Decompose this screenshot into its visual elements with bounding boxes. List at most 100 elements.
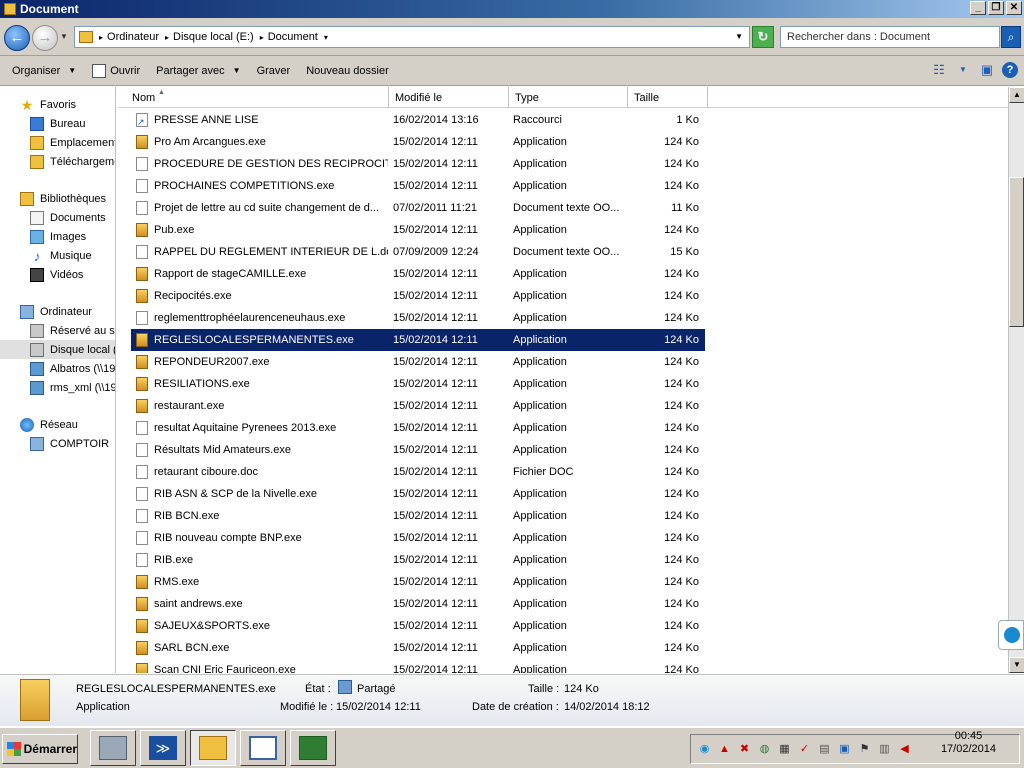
table-row[interactable]: saint andrews.exe 15/02/2014 12:11 Applica…: [118, 593, 1008, 615]
maximize-button[interactable]: ❐: [988, 1, 1004, 15]
scroll-down-icon[interactable]: ▼: [1009, 657, 1024, 673]
device-icon[interactable]: ▤: [817, 742, 832, 757]
minimize-button[interactable]: _: [970, 1, 986, 15]
taskbar-powershell[interactable]: ≫: [140, 730, 186, 766]
table-row[interactable]: Résultats Mid Amateurs.exe 15/02/2014 12:…: [118, 439, 1008, 461]
column-header-date[interactable]: Modifié le: [389, 87, 509, 108]
alert-icon[interactable]: ✖: [737, 742, 752, 757]
file-date-cell: 15/02/2014 12:11: [393, 488, 478, 500]
nav-network[interactable]: Réseau: [0, 415, 115, 434]
file-name-cell: REPONDEUR2007.exe: [118, 355, 388, 369]
nav-item-rms-xml[interactable]: rms_xml (\\192: [0, 378, 115, 397]
nav-item-music[interactable]: ♪ Musique: [0, 246, 115, 265]
teamviewer-tray-icon[interactable]: ◉: [697, 742, 712, 757]
table-row[interactable]: Pub.exe 15/02/2014 12:11 Application 124 Ko: [118, 219, 1008, 241]
table-row[interactable]: retaurant ciboure.doc 15/02/2014 12:11 Fic…: [118, 461, 1008, 483]
preview-pane-icon[interactable]: ▣: [978, 62, 996, 78]
nav-favorites[interactable]: ★ Favoris: [0, 95, 115, 114]
table-row[interactable]: SAJEUX&SPORTS.exe 15/02/2014 12:11 Applica…: [118, 615, 1008, 637]
vertical-scrollbar[interactable]: ▲ ▼: [1008, 87, 1024, 673]
back-button[interactable]: ←: [4, 25, 30, 51]
search-icon[interactable]: ⌕: [1001, 26, 1021, 48]
file-name-cell: Rapport de stageCAMILLE.exe: [118, 267, 388, 281]
nav-item-images[interactable]: Images: [0, 227, 115, 246]
breadcrumb[interactable]: ▸ Ordinateur ▸ Disque local (E:) ▸ Document…: [74, 26, 750, 48]
taskbar-explorer[interactable]: [190, 730, 236, 766]
nav-item-places[interactable]: Emplacements: [0, 133, 115, 152]
table-row[interactable]: REGLESLOCALESPERMANENTES.exe 15/02/2014 1…: [131, 329, 705, 351]
clock[interactable]: 00:45 17/02/2014: [941, 730, 996, 756]
nav-item-albatros[interactable]: Albatros (\\192: [0, 359, 115, 378]
network-status-icon[interactable]: ▦: [777, 742, 792, 757]
organize-button[interactable]: Organiser ▼: [6, 59, 82, 83]
volume-muted-icon[interactable]: ◀: [897, 742, 912, 757]
breadcrumb-item[interactable]: ▸ Document ▾: [260, 31, 332, 43]
table-row[interactable]: SARL BCN.exe 15/02/2014 12:11 Application 1…: [118, 637, 1008, 659]
scroll-up-icon[interactable]: ▲: [1009, 87, 1024, 103]
nav-item-documents[interactable]: Documents: [0, 208, 115, 227]
column-header-type[interactable]: Type: [509, 87, 628, 108]
burn-button[interactable]: Graver: [251, 59, 297, 83]
scroll-thumb[interactable]: [1009, 177, 1024, 327]
taskbar-window[interactable]: [240, 730, 286, 766]
update-icon[interactable]: ✓: [797, 742, 812, 757]
column-header-name[interactable]: Nom ▲: [118, 87, 389, 108]
nav-item-videos[interactable]: Vidéos: [0, 265, 115, 284]
table-row[interactable]: RMS.exe 15/02/2014 12:11 Application 124 Ko: [118, 571, 1008, 593]
table-row[interactable]: reglementtrophéelaurenceneuhaus.exe 15/02…: [118, 307, 1008, 329]
search-input[interactable]: Rechercher dans : Document: [780, 26, 1000, 48]
table-row[interactable]: Recipocités.exe 15/02/2014 12:11 Applicati…: [118, 285, 1008, 307]
table-row[interactable]: PRESSE ANNE LISE 16/02/2014 13:16 Raccourc…: [118, 109, 1008, 131]
forward-button[interactable]: →: [32, 25, 58, 51]
teamviewer-icon[interactable]: [998, 620, 1024, 650]
nav-item-comptoir[interactable]: COMPTOIR: [0, 434, 115, 453]
help-icon[interactable]: ?: [1002, 62, 1018, 78]
nav-item-system-drive[interactable]: Réservé au système: [0, 321, 115, 340]
table-row[interactable]: RIB.exe 15/02/2014 12:11 Application 124 Ko: [118, 549, 1008, 571]
new-folder-button[interactable]: Nouveau dossier: [300, 59, 395, 83]
nav-item-desktop[interactable]: Bureau: [0, 114, 115, 133]
table-row[interactable]: PROCHAINES COMPETITIONS.exe 15/02/2014 12…: [118, 175, 1008, 197]
refresh-button[interactable]: ↻: [752, 26, 774, 48]
chevron-down-icon[interactable]: ▼: [735, 32, 743, 41]
open-button[interactable]: Ouvrir: [86, 59, 146, 83]
table-row[interactable]: RAPPEL DU REGLEMENT INTERIEUR DE L.docx 0…: [118, 241, 1008, 263]
breadcrumb-item[interactable]: ▸ Disque local (E:): [165, 31, 254, 43]
table-row[interactable]: Projet de lettre au cd suite changement …: [118, 197, 1008, 219]
table-row[interactable]: resultat Aquitaine Pyrenees 2013.exe 15/0…: [118, 417, 1008, 439]
table-row[interactable]: RESILIATIONS.exe 15/02/2014 12:11 Applicat…: [118, 373, 1008, 395]
table-row[interactable]: RIB ASN & SCP de la Nivelle.exe 15/02/201…: [118, 483, 1008, 505]
sync-icon[interactable]: ◍: [757, 742, 772, 757]
nav-computer[interactable]: Ordinateur: [0, 302, 115, 321]
table-row[interactable]: Pro Am Arcangues.exe 15/02/2014 12:11 Appl…: [118, 131, 1008, 153]
taskbar-app[interactable]: [290, 730, 336, 766]
column-header-size[interactable]: Taille: [628, 87, 708, 108]
table-row[interactable]: restaurant.exe 15/02/2014 12:11 Applicatio…: [118, 395, 1008, 417]
display-icon[interactable]: ▣: [837, 742, 852, 757]
table-row[interactable]: RIB BCN.exe 15/02/2014 12:11 Application 12…: [118, 505, 1008, 527]
pdf-icon[interactable]: ▲: [717, 742, 732, 757]
network-drive-icon: [30, 361, 44, 376]
breadcrumb-item[interactable]: ▸ Ordinateur: [99, 31, 159, 43]
file-type-cell: Application: [513, 488, 567, 500]
flag-icon[interactable]: ⚑: [857, 742, 872, 757]
share-button[interactable]: Partager avec ▼: [150, 59, 246, 83]
details-pane: REGLESLOCALESPERMANENTES.exe Application…: [0, 674, 1024, 726]
table-row[interactable]: RIB nouveau compte BNP.exe 15/02/2014 12:…: [118, 527, 1008, 549]
close-button[interactable]: ✕: [1006, 1, 1022, 15]
start-button[interactable]: Démarrer: [2, 734, 78, 764]
taskbar-server-manager[interactable]: [90, 730, 136, 766]
nav-item-local-disk-e[interactable]: Disque local (E:): [0, 340, 115, 359]
table-row[interactable]: PROCEDURE DE GESTION DES RECIPROCIT... 15…: [118, 153, 1008, 175]
view-options-icon[interactable]: ☷: [930, 62, 948, 78]
file-date-cell: 15/02/2014 12:11: [393, 268, 478, 280]
nav-item-downloads[interactable]: Téléchargements: [0, 152, 115, 171]
table-row[interactable]: Rapport de stageCAMILLE.exe 15/02/2014 12…: [118, 263, 1008, 285]
computer-tray-icon[interactable]: ▥: [877, 742, 892, 757]
history-dropdown-icon[interactable]: ▼: [60, 32, 68, 41]
doc-icon: [136, 465, 148, 479]
nav-libraries[interactable]: Bibliothèques: [0, 189, 115, 208]
table-row[interactable]: Scan CNI Eric Fauriceon.exe 15/02/2014 12…: [118, 659, 1008, 673]
chevron-down-icon[interactable]: ▼: [954, 62, 972, 78]
table-row[interactable]: REPONDEUR2007.exe 15/02/2014 12:11 Applica…: [118, 351, 1008, 373]
